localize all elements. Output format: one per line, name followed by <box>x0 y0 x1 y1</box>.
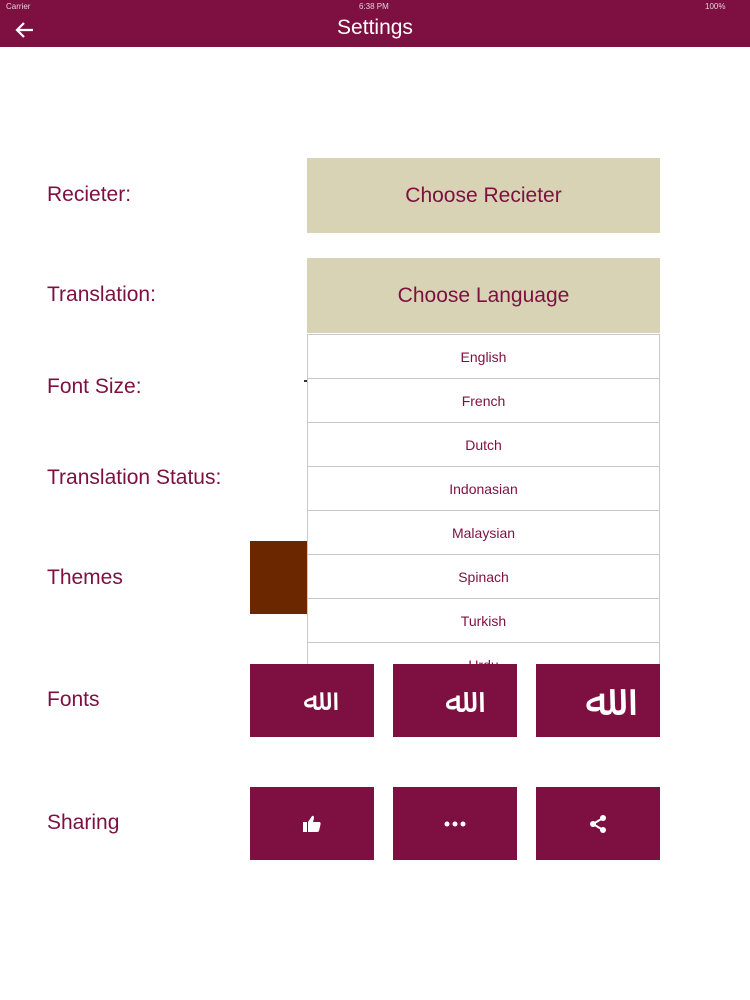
nav-bar: Settings <box>0 14 750 47</box>
language-option[interactable]: Malaysian <box>307 511 660 555</box>
battery-label: 100% <box>705 2 726 11</box>
language-option[interactable]: Dutch <box>307 423 660 467</box>
language-option[interactable]: Turkish <box>307 599 660 643</box>
status-bar: Carrier 6:38 PM 100% <box>0 0 750 14</box>
allah-glyph: ﷲ <box>445 681 465 721</box>
translation-status-label: Translation Status: <box>47 466 222 489</box>
language-option[interactable]: Spinach <box>307 555 660 599</box>
allah-glyph: ﷲ <box>303 683 321 718</box>
font-size-label: Font Size: <box>47 375 142 398</box>
sharing-label: Sharing <box>47 811 120 834</box>
language-option[interactable]: Urdu <box>307 643 660 664</box>
language-option[interactable]: French <box>307 379 660 423</box>
font-option-3[interactable]: ﷲ <box>536 664 660 737</box>
status-time: 6:38 PM <box>359 2 389 11</box>
page-title: Settings <box>337 16 413 39</box>
themes-label: Themes <box>47 566 123 589</box>
fonts-label: Fonts <box>47 688 100 711</box>
language-dropdown: English French Dutch Indonasian Malaysia… <box>307 334 660 664</box>
more-dots-icon <box>444 821 466 826</box>
reciter-label: Recieter: <box>47 183 132 206</box>
share-button[interactable] <box>536 787 660 860</box>
translation-label: Translation: <box>47 283 156 306</box>
language-option[interactable]: Indonasian <box>307 467 660 511</box>
like-button[interactable] <box>250 787 374 860</box>
carrier-label: Carrier <box>6 2 31 11</box>
font-option-1[interactable]: ﷲ <box>250 664 374 737</box>
choose-language-button[interactable]: Choose Language <box>307 258 660 333</box>
more-button[interactable] <box>393 787 517 860</box>
allah-glyph: ﷲ <box>585 675 611 726</box>
theme-swatch[interactable] <box>250 541 307 614</box>
language-option[interactable]: English <box>307 334 660 379</box>
choose-reciter-button[interactable]: Choose Recieter <box>307 158 660 233</box>
share-icon <box>590 814 606 833</box>
font-option-2[interactable]: ﷲ <box>393 664 517 737</box>
thumbs-up-icon <box>303 815 321 832</box>
